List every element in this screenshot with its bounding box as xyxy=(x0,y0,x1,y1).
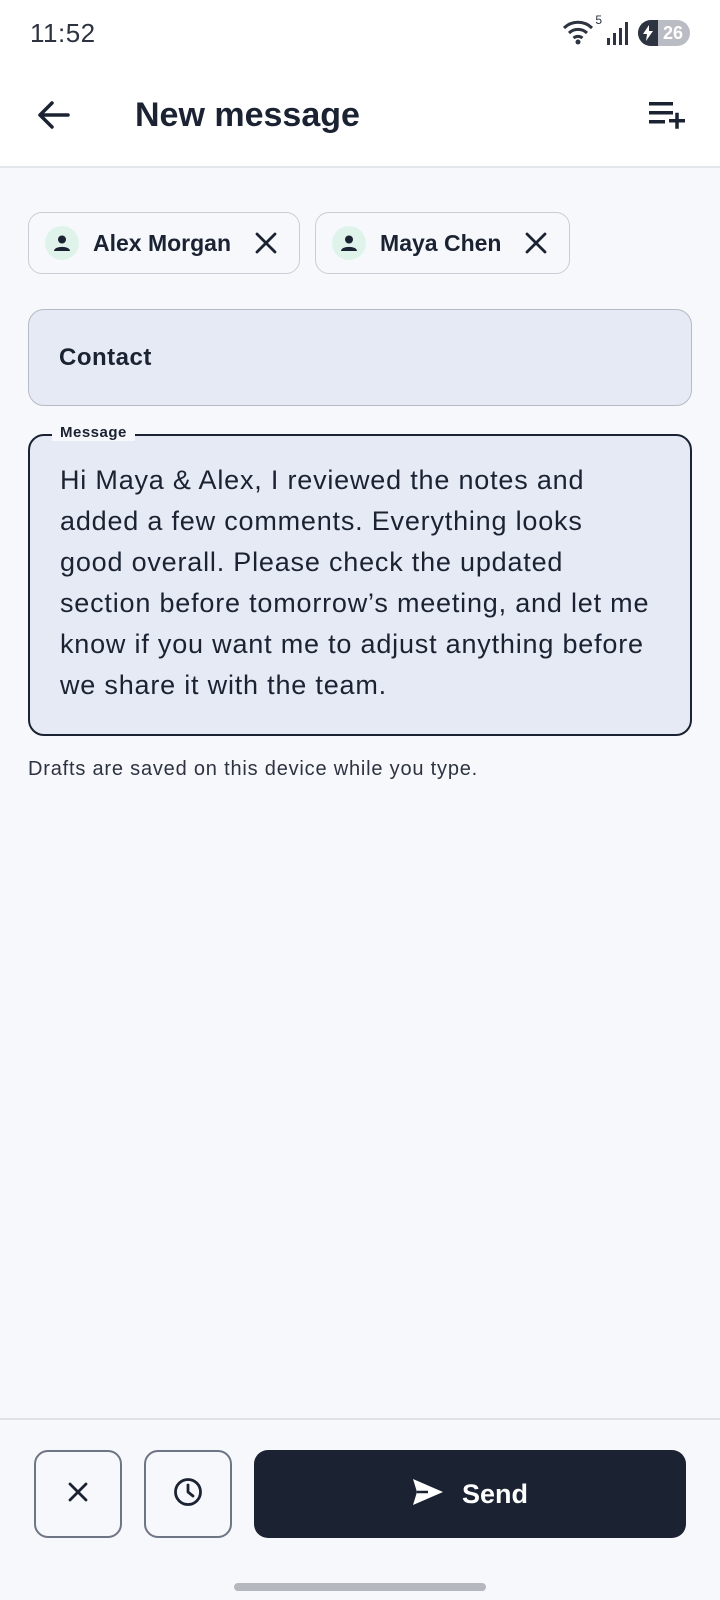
send-button[interactable]: Send xyxy=(254,1450,686,1538)
recipient-chip[interactable]: Alex Morgan xyxy=(28,212,301,274)
close-icon[interactable] xyxy=(521,228,551,258)
signal-icon xyxy=(606,20,630,46)
gesture-navigation-bar[interactable] xyxy=(234,1583,486,1591)
app-bar: New message xyxy=(0,66,720,168)
recipient-chips: Alex Morgan Maya Chen xyxy=(28,212,571,274)
page-title: New message xyxy=(135,96,360,134)
status-bar: 11:52 5 26 xyxy=(0,0,720,66)
recipient-name: Maya Chen xyxy=(380,229,502,256)
wifi-icon: 5 xyxy=(562,13,602,47)
bolt-icon xyxy=(638,20,658,46)
arrow-left-icon xyxy=(36,100,70,135)
discard-button[interactable] xyxy=(34,1450,122,1538)
recipient-chip[interactable]: Maya Chen xyxy=(315,212,571,274)
person-icon xyxy=(45,226,79,260)
bottom-action-bar: Send xyxy=(0,1418,720,1572)
person-icon xyxy=(332,226,367,260)
recipient-name: Alex Morgan xyxy=(93,229,232,256)
battery-level: 26 xyxy=(662,22,683,43)
add-to-list-button[interactable] xyxy=(636,86,698,148)
playlist-add-icon xyxy=(647,99,687,136)
send-label: Send xyxy=(461,1478,528,1509)
back-button[interactable] xyxy=(22,86,84,148)
clock-icon xyxy=(173,1477,203,1512)
message-text: Hi Maya & Alex, I reviewed the notes and… xyxy=(60,465,650,700)
contact-input[interactable]: Contact xyxy=(28,309,692,406)
close-icon[interactable] xyxy=(251,228,281,258)
schedule-button[interactable] xyxy=(144,1450,232,1538)
status-icons: 5 26 xyxy=(562,13,690,48)
draft-helper-text: Drafts are saved on this device while yo… xyxy=(28,758,479,780)
message-label: Message xyxy=(52,424,135,441)
close-icon xyxy=(67,1481,89,1508)
wifi-badge: 5 xyxy=(595,13,602,27)
message-input[interactable]: Message Hi Maya & Alex, I reviewed the n… xyxy=(28,424,692,736)
status-time: 11:52 xyxy=(30,18,96,48)
battery-charging-icon: 26 xyxy=(638,20,690,46)
send-icon xyxy=(412,1478,444,1511)
